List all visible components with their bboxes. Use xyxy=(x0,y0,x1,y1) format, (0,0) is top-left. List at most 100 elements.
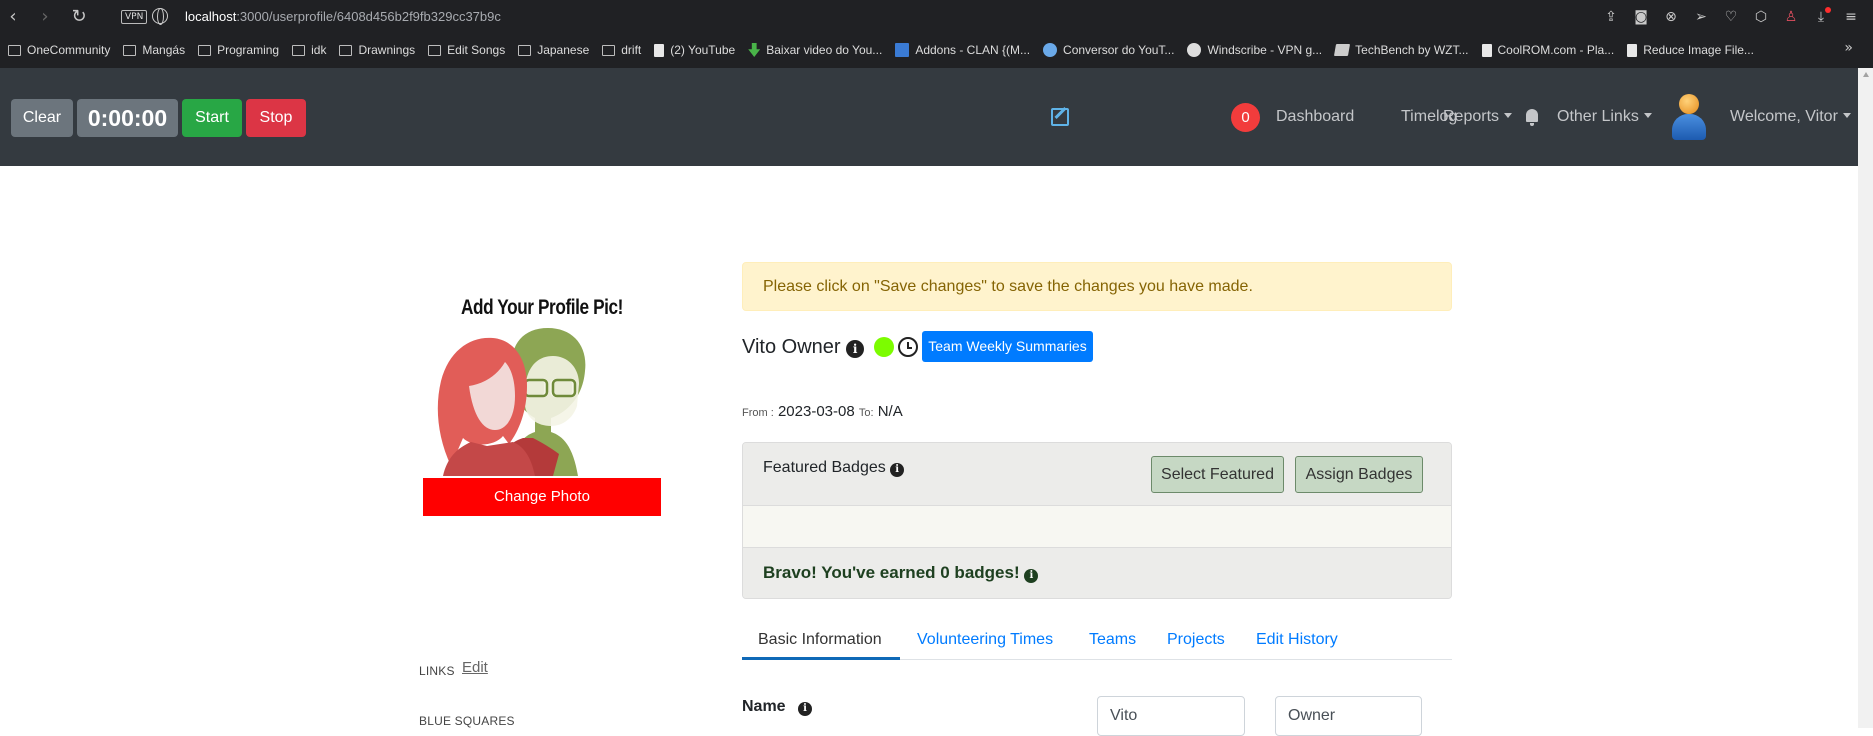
info-icon[interactable]: i xyxy=(846,340,865,358)
user-name-text: Vito Owner xyxy=(742,336,841,358)
profile-placeholder-illustration xyxy=(437,328,586,476)
profile-tabs: Basic Information Volunteering Times Tea… xyxy=(742,624,1452,660)
bookmark-label: TechBench by WZT... xyxy=(1355,43,1469,57)
forward-arrow-icon[interactable]: › xyxy=(34,6,56,28)
bookmark-item[interactable]: Reduce Image File... xyxy=(1627,43,1754,57)
bookmark-item[interactable]: TechBench by WZT... xyxy=(1334,43,1469,57)
folder-icon xyxy=(8,44,21,56)
bookmark-label: Japanese xyxy=(537,43,590,57)
adblock-icon[interactable]: ⊗ xyxy=(1661,7,1681,27)
bookmark-item[interactable]: idk xyxy=(292,43,326,57)
bookmark-label: CoolROM.com - Pla... xyxy=(1497,43,1615,57)
bookmark-label: (2) YouTube xyxy=(670,43,736,57)
nav-reports-dropdown[interactable]: Reports xyxy=(1443,108,1512,126)
converter-icon xyxy=(1043,43,1058,57)
bell-icon[interactable] xyxy=(1524,108,1540,126)
bookmark-item[interactable]: drift xyxy=(602,43,641,57)
app-navbar: Clear 0:00:00 Start Stop 0 Dashboard Tim… xyxy=(0,68,1858,166)
camera-icon[interactable]: ◙ xyxy=(1631,7,1651,27)
save-changes-alert: Please click on "Save changes" to save t… xyxy=(742,262,1452,311)
date-range: From : 2023-03-08 To: N/A xyxy=(742,403,903,420)
nav-other-links-dropdown[interactable]: Other Links xyxy=(1557,108,1652,126)
nav-welcome-dropdown[interactable]: Welcome, Vitor xyxy=(1730,108,1851,126)
tab-teams[interactable]: Teams xyxy=(1089,631,1136,649)
tab-edit-history[interactable]: Edit History xyxy=(1256,631,1338,649)
tab-projects[interactable]: Projects xyxy=(1167,631,1225,649)
bookmarks-bar: OneCommunity Mangás Programing idk Drawnings… xyxy=(8,38,1767,62)
user-avatar-icon[interactable] xyxy=(1670,94,1708,140)
bookmark-item[interactable]: Japanese xyxy=(518,43,589,57)
bookmark-label: Baixar video do You... xyxy=(766,43,883,57)
from-label: From : xyxy=(742,407,774,419)
cube-icon[interactable]: ⬡ xyxy=(1751,7,1771,27)
folder-icon xyxy=(428,44,442,56)
download-icon[interactable]: ⤓ xyxy=(1811,7,1831,27)
folder-icon xyxy=(518,44,532,56)
site-icon xyxy=(895,43,910,57)
url-path: :3000/userprofile/6408d456b2f9fb329cc37b… xyxy=(236,9,501,24)
badges-earned-info-icon[interactable]: i xyxy=(1024,569,1039,583)
bookmark-item[interactable]: Windscribe - VPN g... xyxy=(1187,43,1322,57)
bookmark-label: idk xyxy=(311,43,327,57)
featured-badges-info-icon[interactable]: i xyxy=(890,463,905,477)
bookmark-item[interactable]: Baixar video do You... xyxy=(748,43,882,57)
edit-summary-icon[interactable] xyxy=(1051,108,1069,126)
timer-start-button[interactable]: Start xyxy=(182,99,242,137)
bookmark-label: OneCommunity xyxy=(27,43,111,57)
bookmark-label: Drawnings xyxy=(358,43,416,57)
bookmark-label: Windscribe - VPN g... xyxy=(1207,43,1323,57)
menu-icon[interactable]: ≡ xyxy=(1841,7,1861,27)
change-photo-button[interactable]: Change Photo xyxy=(423,478,661,516)
bookmark-item[interactable]: Mangás xyxy=(123,43,185,57)
folder-icon xyxy=(123,44,137,56)
links-edit-link[interactable]: Edit xyxy=(462,659,488,676)
vpn-badge[interactable]: VPN xyxy=(121,10,148,24)
url-field[interactable]: localhost:3000/userprofile/6408d456b2f9f… xyxy=(185,9,501,24)
bookmark-label: Addons - CLAN {(M... xyxy=(915,43,1031,57)
to-date: N/A xyxy=(877,403,903,420)
tab-basic-information[interactable]: Basic Information xyxy=(758,631,882,649)
from-date: 2023-03-08 xyxy=(777,403,855,420)
share-icon[interactable]: ⇪ xyxy=(1601,7,1621,27)
nav-dashboard[interactable]: Dashboard xyxy=(1276,108,1354,126)
bookmark-item[interactable]: Drawnings xyxy=(339,43,415,57)
bookmark-item[interactable]: (2) YouTube xyxy=(654,43,735,57)
bookmark-item[interactable]: OneCommunity xyxy=(8,43,110,57)
last-name-input[interactable]: Owner xyxy=(1275,696,1422,736)
timer-stop-button[interactable]: Stop xyxy=(246,99,306,137)
name-info-icon[interactable]: i xyxy=(798,702,813,716)
notification-count-badge[interactable]: 0 xyxy=(1231,103,1260,132)
status-indicator[interactable] xyxy=(874,337,894,357)
address-bar-row: ‹ › ↻ VPN localhost:3000/userprofile/640… xyxy=(0,0,1873,34)
back-arrow-icon[interactable]: ‹ xyxy=(2,6,24,28)
reload-icon[interactable]: ↻ xyxy=(68,6,90,28)
download-icon xyxy=(748,43,761,57)
bookmark-item[interactable]: Addons - CLAN {(M... xyxy=(895,43,1030,57)
bookmark-item[interactable]: Programing xyxy=(198,43,279,57)
timer-clear-button[interactable]: Clear xyxy=(11,99,73,137)
team-weekly-summaries-button[interactable]: Team Weekly Summaries xyxy=(922,331,1093,362)
clock-icon[interactable] xyxy=(898,337,918,357)
bookmark-label: Reduce Image File... xyxy=(1643,43,1754,57)
tab-volunteering-times[interactable]: Volunteering Times xyxy=(917,631,1053,649)
send-icon[interactable]: ➢ xyxy=(1691,7,1711,27)
bookmark-item[interactable]: CoolROM.com - Pla... xyxy=(1481,43,1615,57)
select-featured-button[interactable]: Select Featured xyxy=(1151,456,1284,493)
notification-dot xyxy=(1825,7,1831,13)
badges-earned-text: Bravo! You've earned 0 badges! i xyxy=(763,563,1039,583)
assign-badges-button[interactable]: Assign Badges xyxy=(1295,456,1423,493)
page-scrollbar[interactable] xyxy=(1858,68,1873,728)
profile-icon[interactable]: ♙ xyxy=(1781,7,1801,27)
bookmark-item[interactable]: Edit Songs xyxy=(428,43,505,57)
featured-badges-title-text: Featured Badges xyxy=(763,459,886,476)
bookmarks-more-icon[interactable]: » xyxy=(1844,40,1853,56)
nav-reports-label: Reports xyxy=(1443,108,1500,125)
bookmark-item[interactable]: Conversor do YouT... xyxy=(1043,43,1174,57)
bookmark-label: Conversor do YouT... xyxy=(1063,43,1175,57)
first-name-input[interactable]: Vito xyxy=(1097,696,1245,736)
heart-icon[interactable]: ♡ xyxy=(1721,7,1741,27)
blue-squares-label: BLUE SQUARES xyxy=(419,714,515,728)
avatar-head xyxy=(1679,94,1699,114)
folder-icon xyxy=(292,44,306,56)
file-icon xyxy=(1627,43,1638,57)
